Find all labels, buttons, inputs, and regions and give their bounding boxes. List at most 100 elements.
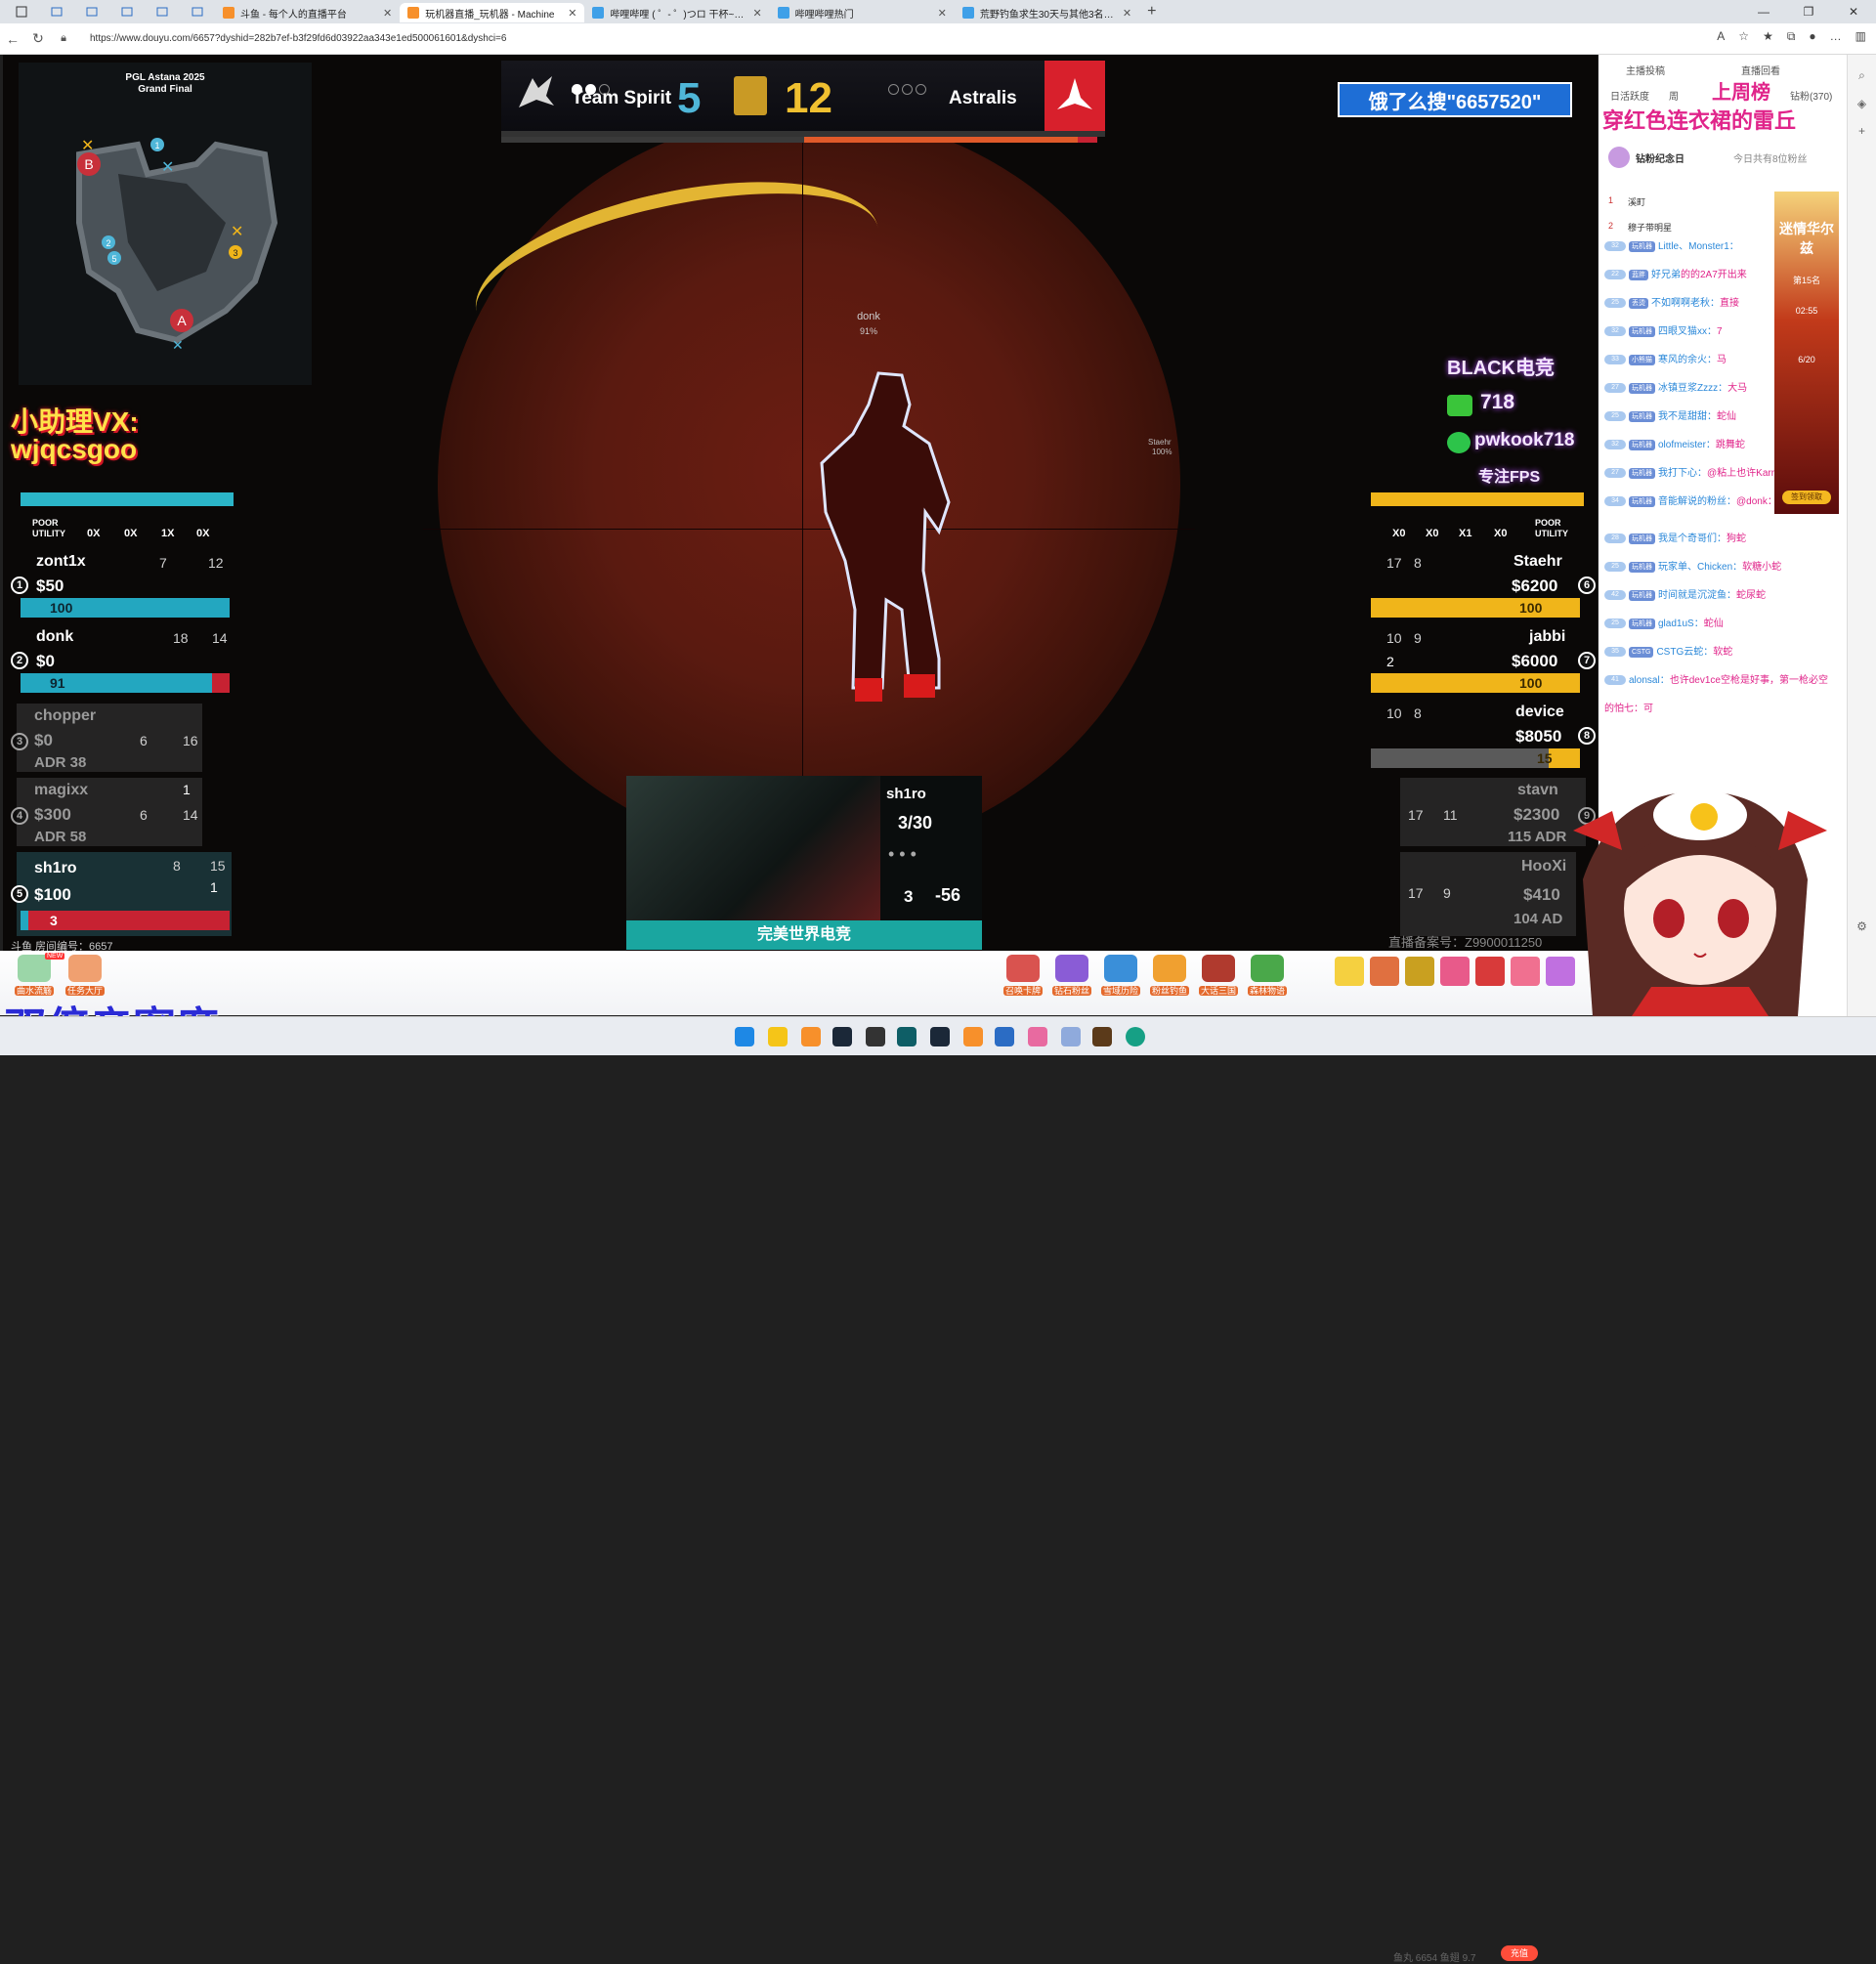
gift-item[interactable]: 雪域历险 <box>1098 955 1143 997</box>
close-tab-icon[interactable]: ✕ <box>568 7 576 20</box>
chat-username[interactable]: 不如啊啊老秋： <box>1651 298 1720 309</box>
chat-username[interactable]: 音能解说的粉丝： <box>1658 496 1736 507</box>
chat-username[interactable]: 我不是甜甜： <box>1658 411 1717 422</box>
pinned-tab-1[interactable] <box>43 3 70 21</box>
steam-icon[interactable] <box>832 1027 852 1046</box>
more-menu-icon[interactable]: … <box>1830 29 1842 44</box>
gift-icon[interactable] <box>1370 957 1399 986</box>
three-kingdoms-icon <box>1202 955 1235 982</box>
gift-icon[interactable] <box>1440 957 1470 986</box>
maximize-icon[interactable]: ❐ <box>1786 0 1831 23</box>
tab-douyu-home[interactable]: 斗鱼 - 每个人的直播平台 ✕ <box>215 3 400 22</box>
chat-username[interactable]: 我是个奇哥们： <box>1658 534 1727 544</box>
chat-username[interactable]: 冰镇豆浆Zzzz： <box>1658 383 1727 394</box>
douyu-app-icon[interactable] <box>801 1027 821 1046</box>
gift-item[interactable]: 召唤卡牌 <box>1001 955 1045 997</box>
close-tab-icon[interactable]: ✕ <box>383 7 392 20</box>
collections-icon[interactable]: ⧉ <box>1787 29 1796 44</box>
chat-message[interactable]: 41 alonsal：也许dev1ce空枪是好事，第一枪必空 <box>1604 674 1835 688</box>
search-icon[interactable]: ⌕ <box>1848 68 1876 83</box>
pinned-tab-2[interactable] <box>78 3 106 21</box>
gift-item[interactable]: 钻石粉丝 <box>1049 955 1094 997</box>
video-player[interactable]: donk 91% Staehr 100% Team Spirit 5 12 As… <box>3 55 1598 951</box>
tab-submissions[interactable]: 主播投稿 <box>1626 63 1665 77</box>
close-tab-icon[interactable]: ✕ <box>752 7 761 20</box>
minimize-icon[interactable]: — <box>1741 0 1786 23</box>
tab-diamond-fans[interactable]: 钻粉(370) <box>1790 88 1832 103</box>
new-tab-button[interactable]: + <box>1147 3 1156 21</box>
fan-badge: 玩机器 <box>1629 467 1655 479</box>
edge-browser-icon[interactable] <box>1126 1027 1145 1046</box>
chat-username[interactable]: 四眼叉猫xx： <box>1658 326 1717 337</box>
chat-username[interactable]: olofmeister： <box>1658 440 1716 450</box>
tab-bilibili-hot[interactable]: 哔哩哔哩热门 ✕ <box>770 3 955 22</box>
rank-name[interactable]: 穆子带明星 <box>1628 221 1672 234</box>
pinned-tab-3[interactable] <box>113 3 141 21</box>
chat-username[interactable]: 好兄弟 <box>1651 270 1681 280</box>
gift-icon[interactable] <box>1475 957 1505 986</box>
app-icon[interactable] <box>1092 1027 1112 1046</box>
app-icon[interactable] <box>897 1027 917 1046</box>
sidebar-toggle-icon[interactable]: ▥ <box>1855 29 1866 44</box>
chat-message[interactable]: 的怕七：可 <box>1604 703 1835 716</box>
gift-icon[interactable] <box>1511 957 1540 986</box>
pinned-tab-4[interactable] <box>149 3 176 21</box>
lock-icon[interactable]: 🔒︎ <box>51 32 76 45</box>
favorites-icon[interactable]: ★ <box>1763 29 1773 44</box>
tab-daily-activity[interactable]: 日活跃度 <box>1610 88 1649 103</box>
app-icon[interactable] <box>1061 1027 1081 1046</box>
tab-bilibili-video[interactable]: 荒野钓鱼求生30天与其他3名选手 ✕ <box>955 3 1139 22</box>
app-icon[interactable] <box>768 1027 788 1046</box>
chat-message[interactable]: 42 玩机器 时间就是沉淀鱼：蛇尿蛇 <box>1604 589 1835 603</box>
tab-replays[interactable]: 直播回看 <box>1741 63 1780 77</box>
close-tab-icon[interactable]: ✕ <box>938 7 947 20</box>
chat-username[interactable]: 寒风的余火： <box>1658 355 1717 365</box>
add-icon[interactable]: + <box>1848 124 1876 138</box>
charge-button[interactable]: 充值 <box>1501 1945 1538 1961</box>
close-window-icon[interactable]: ✕ <box>1831 0 1876 23</box>
tab-douyu-stream[interactable]: 玩机器直播_玩机器 - Machine ✕ <box>400 3 585 22</box>
pinned-tab-5[interactable] <box>184 3 211 21</box>
chat-username[interactable]: CSTG云蛇： <box>1656 647 1713 658</box>
chat-username[interactable]: 我打下心： <box>1658 468 1707 479</box>
settings-icon[interactable]: ⚙ <box>1848 919 1876 933</box>
gift-qushui[interactable]: 曲水流觞 <box>12 955 57 997</box>
promo-panel[interactable]: 迷情华尔兹 第15名 02:55 6/20 签到领取 <box>1774 192 1839 514</box>
refresh-icon[interactable]: ↻ <box>25 30 51 47</box>
close-tab-icon[interactable]: ✕ <box>1123 7 1131 20</box>
tab-bilibili[interactable]: 哔哩哔哩 ( ゜- ゜)つロ 干杯~-bilibili ✕ <box>584 3 769 22</box>
app-icon[interactable] <box>1028 1027 1047 1046</box>
douyu-app-icon[interactable] <box>963 1027 983 1046</box>
chat-username[interactable]: Little、Monster1： <box>1658 241 1739 252</box>
back-icon[interactable]: ← <box>0 31 25 47</box>
steam-icon[interactable] <box>930 1027 950 1046</box>
shopping-icon[interactable]: ◈ <box>1848 97 1876 110</box>
gift-item[interactable]: 粉丝钓鱼 <box>1147 955 1192 997</box>
promo-cta-button[interactable]: 签到领取 <box>1782 491 1831 504</box>
tab-weekly[interactable]: 周 <box>1669 88 1679 103</box>
start-icon[interactable] <box>735 1027 754 1046</box>
chat-message[interactable]: 25 玩机器 glad1uS：蛇仙 <box>1604 618 1835 631</box>
app-icon[interactable] <box>995 1027 1014 1046</box>
chat-username[interactable]: alonsal： <box>1629 675 1670 686</box>
app-icon[interactable] <box>866 1027 885 1046</box>
read-aloud-icon[interactable]: A <box>1717 29 1725 44</box>
gift-item[interactable]: 大话三国 <box>1196 955 1241 997</box>
player-assists: 2 <box>1386 654 1394 669</box>
gift-icon[interactable] <box>1335 957 1364 986</box>
chat-message[interactable]: 35 CSTG CSTG云蛇：软蛇 <box>1604 646 1835 660</box>
chat-username[interactable]: 玩家单、Chicken： <box>1658 562 1742 573</box>
gift-task-hall[interactable]: 任务大厅 <box>63 955 107 997</box>
gift-item[interactable]: 森林物语 <box>1245 955 1290 997</box>
favorite-star-icon[interactable]: ☆ <box>1738 29 1749 44</box>
chat-message[interactable]: 25 玩机器 玩家单、Chicken：软糖小蛇 <box>1604 561 1835 575</box>
profile-avatar-icon[interactable]: ● <box>1809 29 1815 44</box>
chat-message[interactable]: 28 玩机器 我是个奇哥们：狗蛇 <box>1604 533 1835 546</box>
user-level-badge: 28 <box>1604 534 1626 544</box>
chat-username[interactable]: glad1uS： <box>1658 619 1704 629</box>
rank-name[interactable]: 溪町 <box>1628 195 1645 208</box>
url-field[interactable]: https://www.douyu.com/6657?dyshid=282b7e… <box>90 33 1262 44</box>
tab-actions-icon[interactable] <box>8 3 35 21</box>
chat-username[interactable]: 时间就是沉淀鱼： <box>1658 590 1736 601</box>
gift-icon[interactable] <box>1405 957 1434 986</box>
